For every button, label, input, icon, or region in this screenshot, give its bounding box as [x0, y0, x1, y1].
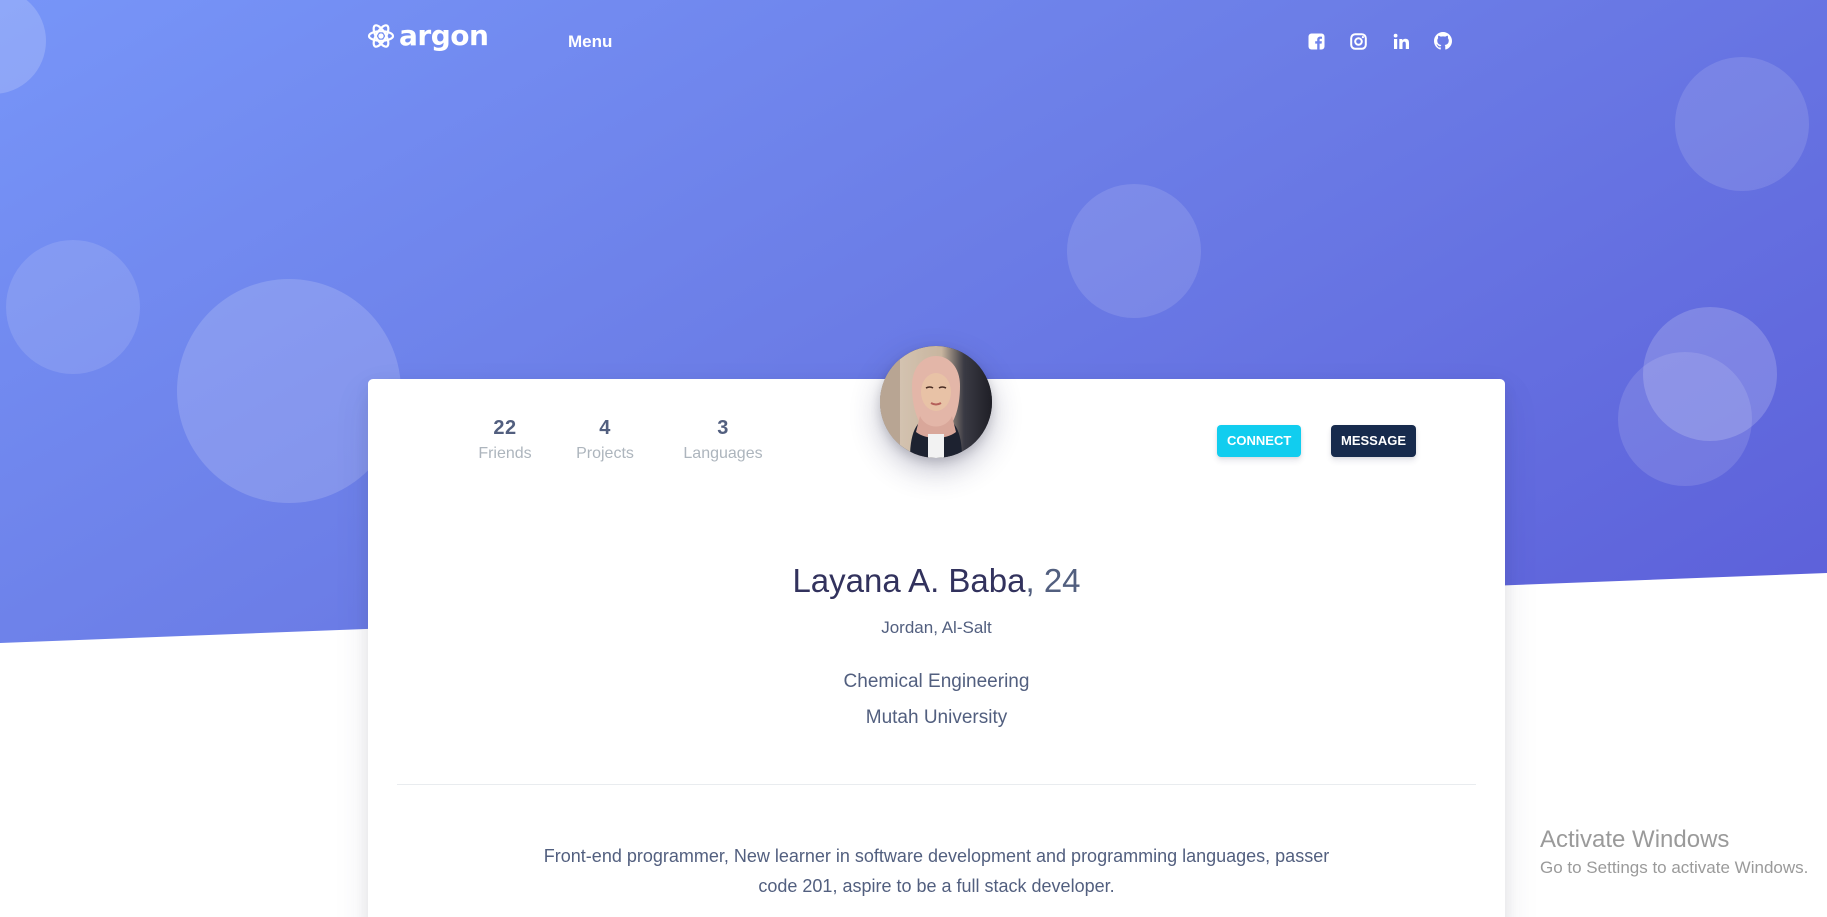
- profile-major: Chemical Engineering: [843, 671, 1030, 692]
- linkedin-link[interactable]: [1390, 30, 1412, 52]
- profile-photo: [880, 346, 992, 458]
- profile-page: argon Menu 22 Friends 4 Projects 3 Langu…: [0, 0, 1827, 917]
- facebook-icon: [1308, 33, 1324, 50]
- atom-icon: [367, 24, 395, 48]
- activation-title: Activate Windows: [1540, 826, 1730, 853]
- decorative-circle: [1618, 352, 1752, 486]
- stat-label: Friends: [478, 445, 532, 462]
- stat-value: 4: [599, 417, 611, 439]
- instagram-link[interactable]: [1347, 30, 1369, 52]
- navbar: argon Menu: [0, 0, 1827, 84]
- avatar[interactable]: [880, 346, 992, 458]
- profile-age: , 24: [1025, 562, 1081, 599]
- linkedin-icon: [1393, 33, 1409, 49]
- connect-button[interactable]: Connect: [1217, 425, 1302, 457]
- activation-subtitle: Go to Settings to activate Windows.: [1540, 858, 1809, 877]
- divider: [397, 784, 1476, 785]
- message-button[interactable]: Message: [1331, 425, 1417, 457]
- profile-name: Layana A. Baba: [792, 562, 1026, 599]
- profile-bio: Front-end programmer, New learner in sof…: [543, 846, 1330, 896]
- stat-languages: 3 Languages: [673, 417, 773, 463]
- stat-label: Languages: [683, 445, 763, 462]
- profile-university: Mutah University: [865, 707, 1008, 728]
- facebook-link[interactable]: [1305, 30, 1327, 52]
- windows-activation-notice: Activate Windows Go to Settings to activ…: [1540, 826, 1808, 878]
- stat-value: 3: [717, 417, 729, 439]
- decorative-circle: [6, 240, 140, 374]
- brand-name: argon: [399, 19, 489, 52]
- stat-friends: 22 Friends: [465, 417, 545, 463]
- menu-link[interactable]: Menu: [568, 32, 612, 52]
- decorative-circle: [1067, 184, 1201, 318]
- profile-location: Jordan, Al-Salt: [881, 618, 992, 637]
- profile-name-heading: Layana A. Baba, 24: [368, 562, 1505, 600]
- stat-projects: 4 Projects: [565, 417, 645, 463]
- brand-logo[interactable]: argon: [367, 19, 489, 52]
- stat-label: Projects: [576, 445, 634, 462]
- github-icon: [1434, 32, 1452, 50]
- instagram-icon: [1349, 32, 1367, 50]
- github-link[interactable]: [1432, 30, 1454, 52]
- profile-card: 22 Friends 4 Projects 3 Languages CONNEC…: [368, 346, 1505, 917]
- stat-value: 22: [493, 417, 517, 439]
